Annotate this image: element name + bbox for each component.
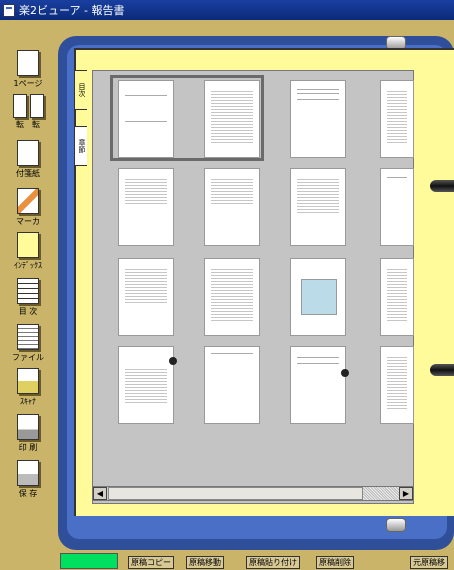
index-label: ｲﾝﾃﾞｯｸｽ — [14, 261, 42, 270]
printer-icon — [17, 414, 39, 440]
page-thumbnail[interactable] — [380, 346, 414, 424]
index-icon — [17, 232, 39, 258]
scroll-right-icon[interactable]: ▶ — [399, 487, 413, 500]
tab-section-label: 章節 — [78, 139, 86, 153]
page-thumbnail[interactable] — [204, 346, 260, 424]
page-thumbnail[interactable] — [204, 258, 260, 336]
save-button[interactable]: 保 存 — [6, 460, 50, 502]
status-indicator — [60, 553, 118, 569]
page-thumbnail[interactable] — [380, 258, 414, 336]
one-page-label: 1ページ — [13, 79, 43, 88]
sticky-note-icon — [17, 140, 39, 166]
page-thumbnail[interactable] — [118, 258, 174, 336]
toc-label: 目 次 — [18, 307, 38, 316]
sticky-note-button[interactable]: 付箋紙 — [6, 140, 50, 182]
binder-ring — [430, 180, 454, 192]
page-thumbnail[interactable] — [118, 346, 177, 424]
restore-page-button[interactable]: 元原稿移 — [410, 556, 448, 569]
file-label: ファイル — [12, 353, 44, 362]
scanner-button[interactable]: ｽｷｬﾅ — [6, 368, 50, 410]
toc-button[interactable]: 目 次 — [6, 278, 50, 320]
tab-toc[interactable]: 目次 — [74, 70, 87, 110]
rotate-right-label: 転 — [32, 120, 40, 129]
marker-label: マーカ — [16, 217, 40, 226]
marker-icon — [17, 188, 39, 214]
window-title: 楽2ビューア - 報告書 — [19, 4, 125, 17]
rotate-left-icon[interactable] — [12, 94, 27, 118]
file-icon — [17, 324, 39, 350]
scanner-label: ｽｷｬﾅ — [20, 397, 36, 406]
scroll-left-icon[interactable]: ◀ — [93, 487, 107, 500]
rotate-buttons: 転 転 — [6, 94, 50, 136]
selection-frame — [110, 75, 264, 161]
index-button[interactable]: ｲﾝﾃﾞｯｸｽ — [6, 232, 50, 274]
page-thumbnail[interactable] — [380, 80, 414, 158]
title-bar: 楽2ビューア - 報告書 — [0, 0, 454, 20]
scanner-icon — [17, 368, 39, 394]
page-thumbnail[interactable] — [118, 168, 174, 246]
binder-ring — [430, 364, 454, 376]
print-button[interactable]: 印 刷 — [6, 414, 50, 456]
delete-page-button[interactable]: 原稿削除 — [316, 556, 354, 569]
page-thumbnail[interactable] — [204, 168, 260, 246]
tab-section[interactable]: 章節 — [74, 126, 87, 166]
sticky-note-label: 付箋紙 — [16, 169, 40, 178]
page-thumbnail[interactable] — [290, 346, 349, 424]
print-label: 印 刷 — [18, 443, 38, 452]
tab-toc-label: 目次 — [78, 83, 86, 97]
bottom-bar: 原稿コピー 原稿移動 原稿貼り付け 原稿削除 元原稿移 — [0, 553, 454, 570]
rotate-left-label: 転 — [16, 120, 24, 129]
file-button[interactable]: ファイル — [6, 324, 50, 366]
bottom-clip — [386, 518, 406, 532]
marker-button[interactable]: マーカ — [6, 188, 50, 230]
page-icon — [17, 50, 39, 76]
rotate-right-icon[interactable] — [29, 94, 44, 118]
page-thumbnail[interactable] — [380, 168, 414, 246]
page-thumbnail[interactable] — [290, 168, 346, 246]
scroll-track[interactable] — [363, 487, 399, 500]
app-window: 楽2ビューア - 報告書 1ページ 転 転 付箋紙 マーカ ｲﾝﾃﾞｯｸｽ 目 … — [0, 0, 454, 570]
move-page-button[interactable]: 原稿移動 — [186, 556, 224, 569]
one-page-button[interactable]: 1ページ — [6, 50, 50, 92]
save-label: 保 存 — [18, 489, 38, 498]
page-thumbnail[interactable] — [290, 80, 346, 158]
scroll-thumb[interactable] — [108, 487, 363, 500]
save-icon — [17, 460, 39, 486]
left-toolbar: 1ページ 転 転 付箋紙 マーカ ｲﾝﾃﾞｯｸｽ 目 次 ファイル ｽｷｬﾅ 印… — [6, 28, 48, 538]
toc-icon — [17, 278, 39, 304]
paste-page-button[interactable]: 原稿貼り付け — [246, 556, 300, 569]
copy-page-button[interactable]: 原稿コピー — [128, 556, 174, 569]
horizontal-scrollbar[interactable]: ◀ ▶ — [92, 486, 414, 501]
app-icon — [3, 3, 15, 17]
page-thumbnail[interactable] — [290, 258, 346, 336]
